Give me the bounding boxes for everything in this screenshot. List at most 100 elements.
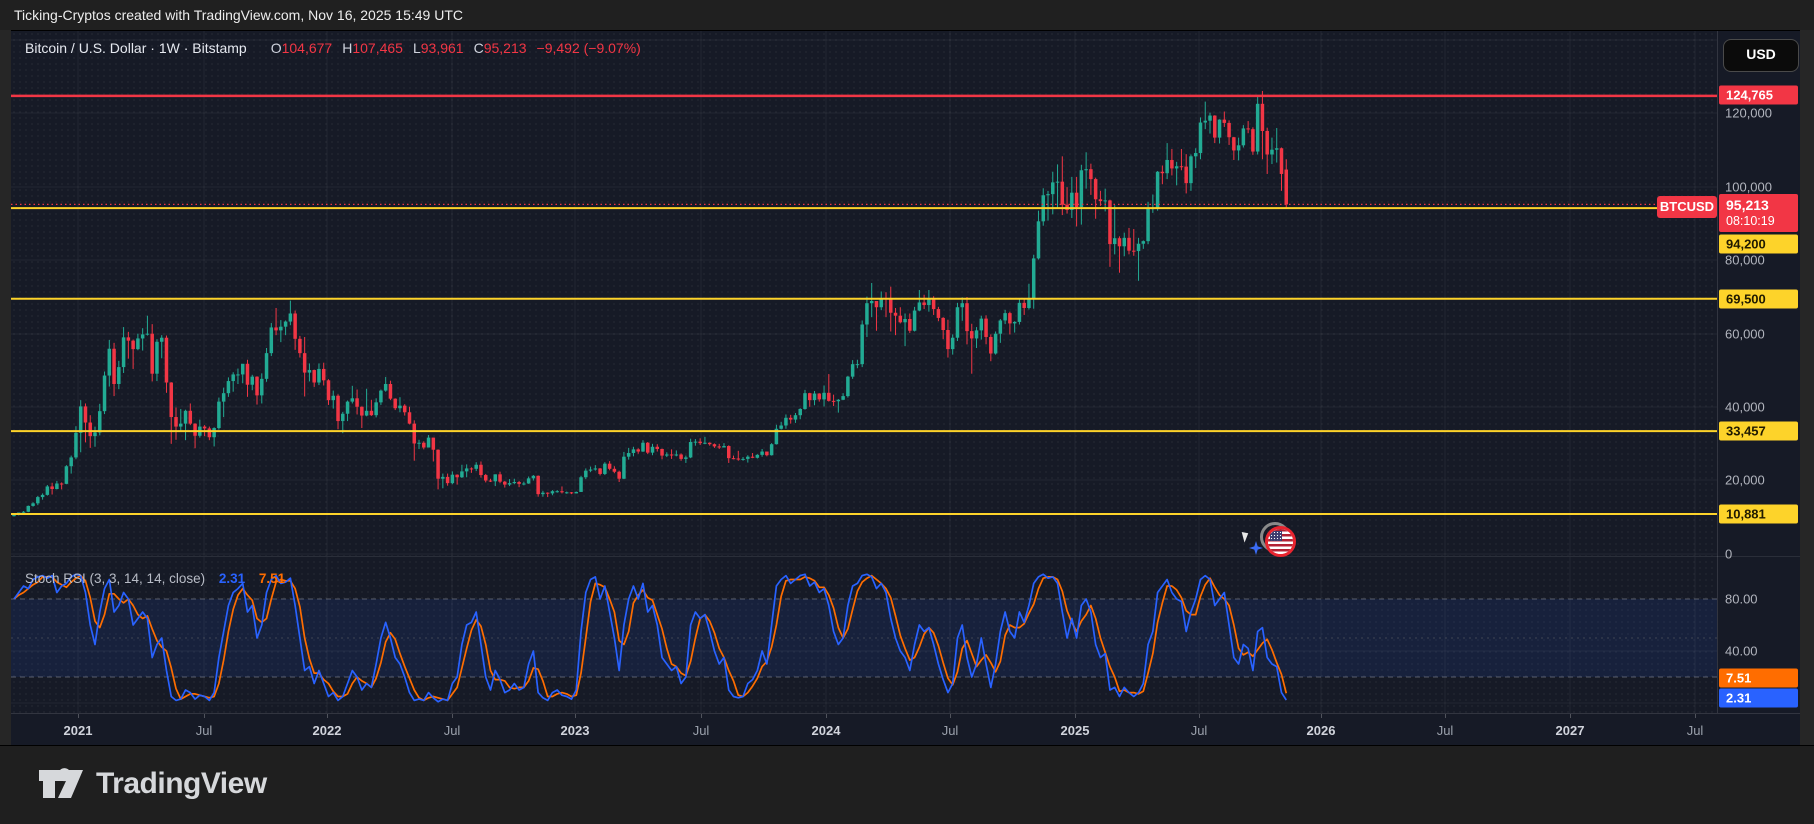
time-tick-mark [204, 714, 205, 718]
candle-body [1227, 122, 1231, 138]
chart-plot-area[interactable] [11, 31, 1717, 713]
candle-body [260, 378, 264, 396]
stoch-rsi-title[interactable]: Stoch RSI (3, 3, 14, 14, close) [25, 571, 205, 586]
candle-body [1084, 169, 1088, 171]
candle-body [560, 491, 564, 493]
candle-body [693, 441, 698, 443]
candle-body [1117, 238, 1122, 247]
symbol-legend: Bitcoin / U.S. Dollar · 1W · Bitstamp O10… [25, 40, 641, 56]
candle-body [979, 318, 984, 331]
candle-body [479, 464, 483, 476]
candle-body [1012, 321, 1017, 324]
candle-body [388, 383, 393, 399]
candle-body [808, 393, 812, 401]
candle-body [441, 476, 445, 479]
candle-body [293, 313, 297, 339]
axis-tick-label: 80.00 [1725, 591, 1758, 607]
candle-body [98, 411, 102, 433]
candle-body [269, 327, 274, 354]
time-tick-label: Jul [1436, 723, 1454, 738]
candle-body [1155, 171, 1160, 209]
candle-body [474, 464, 478, 469]
candle-body [550, 491, 555, 494]
candle-body [998, 320, 1003, 334]
event-marker[interactable] [1241, 519, 1311, 569]
candle-body [360, 406, 364, 416]
candle-body [69, 457, 73, 467]
candle-body [193, 423, 197, 436]
candle-body [1093, 179, 1098, 200]
candle-body [317, 368, 321, 383]
ohlc-value: 107,465 [352, 40, 403, 56]
candle-body [564, 492, 569, 494]
candle-body [1060, 181, 1065, 205]
time-tick-label: Jul [692, 723, 710, 738]
candle-body [1203, 120, 1207, 123]
time-tick-mark [575, 714, 576, 718]
candle-body [707, 442, 712, 445]
tradingview-logo[interactable]: TradingView [38, 766, 267, 802]
candle-body [1036, 221, 1041, 259]
time-tick-mark [1445, 714, 1446, 718]
candle-body [164, 337, 169, 383]
candle-body [59, 483, 64, 485]
time-tick-mark [826, 714, 827, 718]
candle-body [498, 474, 502, 482]
time-tick-label: Jul [1190, 723, 1208, 738]
candle-body [402, 405, 407, 413]
candle-body [298, 338, 302, 354]
candle-body [1217, 119, 1222, 138]
axis-tick-label: 40.00 [1725, 643, 1758, 659]
candle-body [836, 399, 841, 402]
candle-body [155, 341, 159, 374]
candle-body [374, 402, 378, 416]
price-axis[interactable]: 95,213 08:10:19 120,000 100,000 80,000 60,0… [1717, 31, 1801, 713]
candle-body [1136, 243, 1141, 252]
candle-body [1160, 171, 1165, 174]
candle-body [36, 497, 40, 504]
candle-body [784, 417, 788, 426]
candle-body [846, 376, 850, 397]
time-tick-mark [78, 714, 79, 718]
candle-body [1122, 237, 1126, 247]
candle-body [1236, 145, 1241, 151]
axis-tick-label: 60,000 [1725, 326, 1765, 342]
candle-body [650, 446, 655, 453]
ohlc-value: 93,961 [420, 40, 464, 56]
pane-separator[interactable] [11, 556, 1800, 557]
candle-body [1193, 153, 1198, 157]
candle-body [522, 483, 526, 485]
candle-body [1108, 200, 1112, 245]
time-axis[interactable]: 2021 Jul 2022 Jul 2023 Jul 2024 Jul 2025 Jul 2026 J… [11, 713, 1800, 747]
chart-canvas[interactable] [11, 31, 1717, 713]
candle-body [364, 410, 369, 416]
candle-body [736, 458, 741, 460]
symbol-title[interactable]: Bitcoin / U.S. Dollar · 1W · Bitstamp [25, 40, 247, 56]
candle-body [626, 453, 631, 457]
candle-body [1174, 166, 1179, 169]
time-tick-label: Jul [443, 723, 461, 738]
time-tick-label: 2027 [1555, 723, 1585, 738]
candle-body [1141, 241, 1146, 244]
candle-body [279, 326, 283, 331]
price-level-label: 94,200 [1719, 234, 1798, 254]
candle-body [26, 505, 31, 512]
candle-body [760, 451, 764, 455]
candle-body [407, 412, 412, 424]
time-tick-label: Jul [941, 723, 959, 738]
time-tick-label: 2026 [1306, 723, 1336, 738]
candle-body [1265, 130, 1269, 155]
us-flag-event-icon[interactable] [1265, 526, 1296, 557]
candle-body [1079, 170, 1084, 207]
candle-body [436, 449, 440, 479]
time-tick-label: 2025 [1060, 723, 1090, 738]
candle-body [1241, 128, 1246, 146]
currency-usd-button[interactable]: USD [1723, 39, 1799, 72]
candle-body [588, 469, 593, 471]
candle-body [536, 475, 540, 495]
candle-body [889, 299, 893, 313]
candle-body [179, 423, 183, 427]
candle-body [326, 380, 331, 401]
candle-body [579, 477, 583, 492]
candle-body [922, 302, 926, 306]
